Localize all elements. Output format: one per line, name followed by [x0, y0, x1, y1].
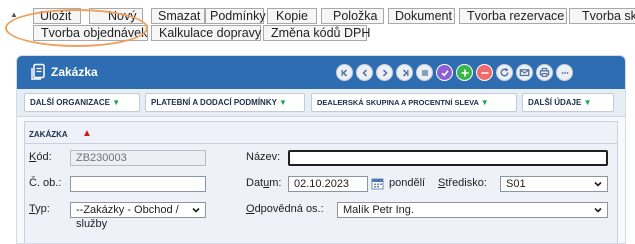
- tab-strip: DALŠÍ ORGANIZACE ▼ PLATEBNÍ A DODACÍ POD…: [17, 89, 625, 117]
- panel-header: Zakázka: [17, 56, 625, 89]
- create-orders-button[interactable]: Tvorba objednávek: [33, 25, 148, 41]
- responsible-select[interactable]: Malík Petr Ing.: [337, 202, 608, 218]
- code-label: Kód:: [29, 151, 52, 163]
- code-field[interactable]: ZB230003: [70, 150, 206, 166]
- scroll-up-arrow-icon[interactable]: ▲: [10, 10, 18, 19]
- print-icon[interactable]: [536, 64, 553, 81]
- date-field[interactable]: 02.10.2023: [288, 176, 368, 192]
- expand-triangle-icon: ▼: [480, 98, 489, 107]
- confirm-icon[interactable]: [436, 64, 453, 81]
- collapse-triangle-icon[interactable]: ▲: [82, 128, 92, 139]
- conditions-button[interactable]: Podmínky: [205, 8, 266, 24]
- tab-payment-delivery[interactable]: PLATEBNÍ A DODACÍ PODMÍNKY ▼: [145, 93, 305, 112]
- center-label: Středisko:: [438, 177, 487, 189]
- last-record-icon[interactable]: [396, 64, 413, 81]
- chevron-down-icon: [192, 207, 200, 213]
- section-divider: [25, 143, 617, 144]
- type-label: Typ:: [29, 203, 50, 215]
- create-glass-button[interactable]: Tvorba skla: [569, 8, 635, 24]
- name-label: Název:: [246, 151, 281, 163]
- section-title: ZAKÁZKA: [29, 130, 68, 139]
- new-button[interactable]: Nový: [89, 8, 143, 24]
- save-button[interactable]: Uložit: [33, 8, 81, 24]
- type-select[interactable]: --Zakázky - Obchod / služby: [70, 202, 206, 230]
- order-number-label: Č. ob.:: [29, 177, 62, 189]
- previous-record-icon[interactable]: [356, 64, 373, 81]
- chevron-down-icon: [594, 181, 602, 187]
- date-label: Datum:: [246, 177, 282, 189]
- first-record-icon[interactable]: [336, 64, 353, 81]
- expand-triangle-icon: ▼: [583, 98, 592, 107]
- next-record-icon[interactable]: [376, 64, 393, 81]
- responsible-label: Odpovědná os.:: [246, 203, 324, 215]
- order-number-field[interactable]: [70, 176, 206, 192]
- document-icon: [31, 63, 45, 80]
- name-field[interactable]: [288, 150, 608, 166]
- change-vat-codes-button[interactable]: Změna kódů DPH: [263, 25, 370, 41]
- chevron-down-icon: [594, 207, 602, 213]
- order-panel: Zakázka DALŠÍ ORGANIZACE ▼ PLATEBNÍ A DO…: [16, 55, 626, 244]
- tab-additional-info[interactable]: DALŠÍ ÚDAJE ▼: [522, 93, 614, 112]
- document-button[interactable]: Dokument: [388, 8, 455, 24]
- calendar-icon[interactable]: [371, 177, 384, 190]
- expand-triangle-icon: ▼: [112, 98, 121, 107]
- item-button[interactable]: Položka: [321, 8, 384, 24]
- delete-button[interactable]: Smazat: [151, 8, 205, 24]
- create-reservation-button[interactable]: Tvorba rezervace: [459, 8, 567, 24]
- center-select[interactable]: S01: [500, 176, 608, 192]
- refresh-icon[interactable]: [496, 64, 513, 81]
- copy-button[interactable]: Kopie: [267, 8, 317, 24]
- transport-calculation-button[interactable]: Kalkulace dopravy: [151, 25, 261, 41]
- more-icon[interactable]: [556, 64, 573, 81]
- tab-other-organizations[interactable]: DALŠÍ ORGANIZACE ▼: [24, 93, 140, 112]
- weekday-text: pondělí: [389, 177, 426, 189]
- expand-triangle-icon: ▼: [279, 98, 287, 107]
- panel-title: Zakázka: [51, 65, 98, 79]
- add-icon[interactable]: [456, 64, 473, 81]
- remove-icon[interactable]: [476, 64, 493, 81]
- email-icon[interactable]: [516, 64, 533, 81]
- tab-dealer-group[interactable]: DEALERSKÁ SKUPINA A PROCENTNÍ SLEVA ▼: [311, 93, 517, 112]
- list-icon[interactable]: [416, 64, 433, 81]
- order-section: ZAKÁZKA ▲ Kód: ZB230003 Název: Č. ob.: D…: [24, 121, 618, 243]
